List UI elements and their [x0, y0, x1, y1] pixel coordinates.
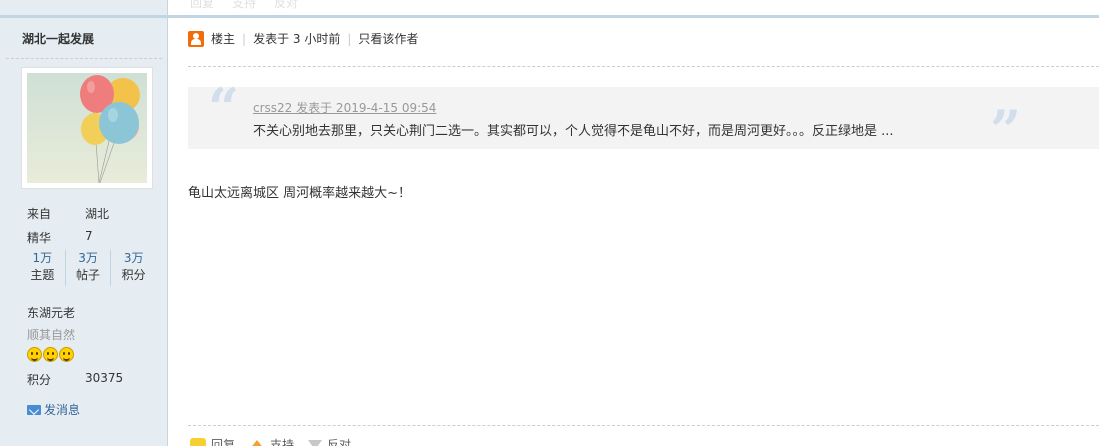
post-author-bar: 楼主 | 发表于 3 小时前 | 只看该作者	[188, 30, 418, 47]
quote-meta-link[interactable]: crss22 发表于 2019-4-15 09:54	[253, 99, 436, 116]
rank-title[interactable]: 东湖元老	[27, 304, 75, 321]
thumb-up-icon	[249, 439, 266, 446]
digest-row: 精华 7	[27, 229, 93, 246]
stat-threads-label: 主题	[30, 268, 55, 282]
stat-threads-num[interactable]: 1万	[20, 250, 65, 267]
reply-button[interactable]: 回复	[190, 436, 235, 446]
divider	[188, 425, 1099, 426]
sidebar-top-strip	[0, 0, 167, 18]
quote-block: “ crss22 发表于 2019-4-15 09:54 不关心别地去那里，只关…	[188, 81, 1099, 157]
envelope-icon	[27, 404, 41, 415]
stat-credits-num[interactable]: 3万	[111, 250, 156, 267]
send-message-button[interactable]: 发消息	[27, 401, 80, 418]
smiley-icon	[59, 347, 74, 362]
support-button[interactable]: 支持	[249, 436, 294, 446]
stat-threads[interactable]: 1万 主题	[20, 250, 65, 286]
prev-support-button[interactable]: 支持	[232, 0, 256, 11]
digest-label: 精华	[27, 231, 52, 245]
thumb-down-icon	[308, 439, 323, 446]
pipe-separator: |	[242, 31, 247, 46]
rank-stars	[27, 347, 74, 362]
stat-credits-label: 积分	[121, 268, 146, 282]
avatar[interactable]	[21, 67, 153, 189]
smiley-icon	[27, 347, 42, 362]
reply-icon	[190, 437, 206, 446]
digest-value[interactable]: 7	[85, 229, 93, 243]
rank-subtitle: 顺其自然	[27, 328, 76, 342]
points-value: 30375	[85, 371, 124, 385]
stat-posts-num[interactable]: 3万	[66, 250, 111, 267]
open-quote-icon: “	[208, 76, 240, 140]
reply-label: 回复	[211, 438, 236, 446]
only-author-link[interactable]: 只看该作者	[358, 30, 418, 47]
smiley-icon	[43, 347, 58, 362]
oppose-label: 反对	[327, 438, 352, 446]
points-row: 积分 30375	[27, 371, 123, 388]
user-sidebar: 湖北一起发展 来自 湖北 精华 7 1万 主题 3万 帖子 3万 积分 东湖元老…	[0, 0, 168, 446]
user-stats: 1万 主题 3万 帖子 3万 积分	[20, 250, 156, 286]
posted-time: 发表于 3 小时前	[253, 32, 341, 46]
post-actions: 回复 支持 反对	[190, 436, 351, 446]
post-main: 回复 支持 反对 楼主 | 发表于 3 小时前 | 只看该作者 “ crss22…	[168, 0, 1099, 446]
close-quote-icon: ”	[989, 98, 1021, 162]
avatar-balloons-image	[27, 73, 147, 183]
author-tag: 楼主	[211, 32, 236, 46]
stat-posts-label: 帖子	[76, 268, 101, 282]
prev-reply-button[interactable]: 回复	[190, 0, 214, 11]
from-row: 来自 湖北	[27, 205, 109, 222]
divider	[6, 58, 162, 59]
send-message-label: 发消息	[44, 403, 81, 417]
post-separator	[168, 15, 1099, 18]
stat-posts[interactable]: 3万 帖子	[64, 250, 111, 286]
thread-starter-icon	[188, 30, 204, 47]
username[interactable]: 湖北一起发展	[22, 30, 94, 47]
oppose-button[interactable]: 反对	[308, 436, 351, 446]
points-label: 积分	[27, 373, 52, 387]
prev-oppose-button[interactable]: 反对	[274, 0, 298, 11]
pipe-separator: |	[347, 31, 352, 46]
quote-text: 不关心别地去那里，只关心荆门二选一。其实都可以，个人觉得不是龟山不好，而是周河更…	[253, 124, 894, 139]
post-content: 龟山太远离城区 周河概率越来越大~！	[188, 186, 412, 201]
from-value: 湖北	[85, 207, 110, 221]
from-label: 来自	[27, 207, 52, 221]
previous-post-actions: 回复 支持 反对	[190, 0, 298, 11]
stat-credits[interactable]: 3万 积分	[110, 250, 156, 286]
support-label: 支持	[270, 438, 295, 446]
divider	[188, 66, 1099, 67]
